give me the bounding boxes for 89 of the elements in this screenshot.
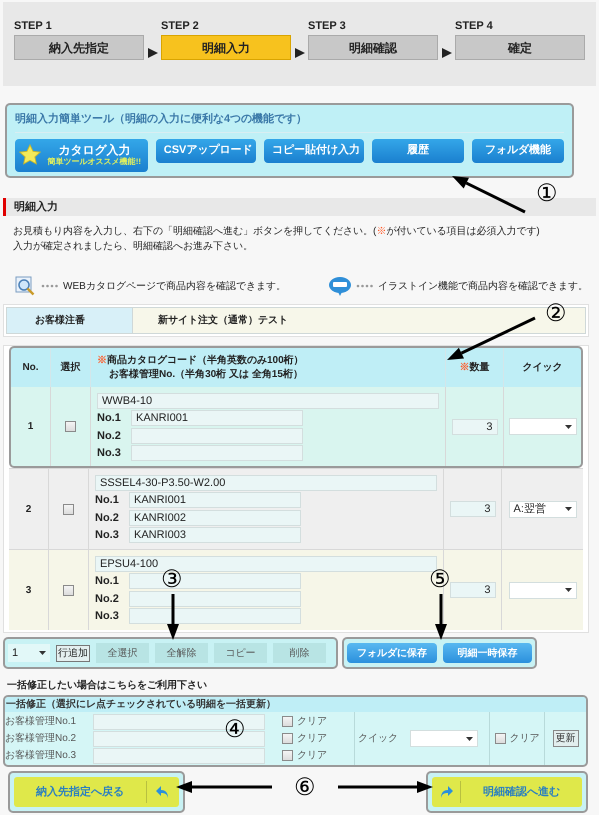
checkbox[interactable]	[282, 733, 293, 744]
ref-label: No.2	[95, 592, 120, 606]
checkbox[interactable]	[494, 733, 506, 744]
checkbox[interactable]	[65, 421, 76, 432]
row-number: 3	[26, 584, 32, 598]
dropdown-caret-icon	[466, 736, 473, 740]
ref-label: No.1	[95, 574, 120, 589]
quantity-field[interactable]: 3	[452, 418, 498, 434]
next-step-icon	[147, 48, 158, 58]
dropdown-caret-icon	[564, 588, 572, 592]
button-sublabel: 簡単ツールオススメ機能!!	[48, 157, 142, 167]
ref-number-field[interactable]	[131, 445, 303, 462]
dropdown-caret-icon	[564, 424, 572, 428]
next-step-icon	[294, 48, 305, 58]
ref-number-field[interactable]	[131, 428, 303, 444]
quick-label: クイック	[358, 732, 398, 746]
star-icon	[19, 144, 41, 166]
speech-bubble-icon	[328, 276, 352, 296]
callout-number: ⑥	[294, 774, 316, 800]
instruction-text: お見積もり内容を入力し、右下の「明細確認へ進む」ボタンを押してください。(※が付いている項目は必須入力です)	[13, 224, 541, 239]
row-action-button[interactable]: 全選択	[96, 643, 149, 663]
back-arrow-icon	[155, 784, 171, 800]
next-step-icon	[441, 48, 452, 58]
magnifier-document-icon	[15, 276, 37, 296]
checkbox[interactable]	[282, 750, 293, 761]
checkbox[interactable]	[63, 584, 74, 596]
ref-label: No.2	[95, 510, 120, 526]
pointer-arrow	[167, 594, 179, 640]
ref-label: No.3	[97, 446, 122, 461]
tools-title: 明細入力簡単ツール（明細の入力に便利な4つの機能です）	[15, 111, 564, 132]
quick-select[interactable]	[410, 730, 478, 747]
checkbox[interactable]	[63, 504, 74, 514]
quick-select[interactable]	[508, 418, 576, 435]
row-action-button[interactable]: 全解除	[155, 643, 208, 663]
dropdown-caret-icon	[564, 507, 572, 511]
catalog-code-field[interactable]: SSSEL4-30-P3.50-W2.00	[95, 475, 437, 491]
step-number: STEP 1	[14, 20, 53, 33]
step-number: STEP 4	[455, 20, 494, 33]
ref-label: No.2	[97, 428, 122, 444]
ref-number-field[interactable]: KANRI002	[129, 510, 301, 526]
ref-number-field[interactable]	[129, 590, 301, 607]
order-label: お客様注番	[7, 308, 133, 333]
callout-number: ①	[536, 180, 558, 206]
bulk-title: 一括修正（選択にレ点チェックされている明細を一括更新）	[5, 697, 586, 712]
row-action-button[interactable]: コピー	[214, 643, 267, 663]
step-number: STEP 3	[308, 20, 347, 33]
dropdown-caret-icon	[39, 651, 46, 655]
clear-label: クリア	[297, 749, 327, 763]
step-number: STEP 2	[161, 20, 200, 33]
row-number: 2	[26, 502, 32, 516]
forward-arrow-icon	[438, 784, 454, 800]
field-label: お客様管理No.2	[5, 732, 78, 746]
field-label: お客様管理No.1	[5, 714, 78, 729]
row-action-button[interactable]: 削除	[273, 643, 326, 663]
quantity-field[interactable]: 3	[450, 501, 496, 517]
legend-text: WEBカタログページで商品内容を確認できます。	[63, 280, 286, 294]
button-label: カタログ入力	[58, 143, 130, 157]
legend-text: イラストイン機能で商品内容を確認できます。	[378, 280, 588, 294]
quick-select[interactable]	[508, 582, 576, 598]
dots-icon	[356, 284, 374, 288]
clear-label: クリア	[510, 732, 540, 746]
update-button[interactable]: 更新	[552, 730, 578, 747]
callout-number: ②	[545, 300, 567, 326]
catalog-code-field[interactable]: WWB4-10	[97, 393, 439, 409]
ref-label: No.3	[95, 528, 120, 543]
ref-number-field[interactable]: KANRI003	[129, 527, 301, 544]
ref-label: No.1	[95, 493, 120, 508]
pointer-arrow	[435, 594, 447, 640]
ref-number-field[interactable]	[93, 748, 265, 764]
column-header: クイック	[522, 360, 564, 374]
clear-label: クリア	[297, 715, 327, 729]
instruction-text: 入力が確定されましたら、明細確認へお進み下さい。	[13, 240, 254, 254]
row-number: 1	[28, 420, 34, 434]
checkbox[interactable]	[282, 716, 293, 727]
ref-number-field[interactable]: KANRI001	[129, 492, 301, 508]
dots-icon	[41, 284, 59, 288]
ref-label: No.3	[95, 609, 120, 624]
field-label: お客様管理No.3	[5, 748, 78, 763]
ref-number-field[interactable]: KANRI001	[131, 410, 303, 426]
ref-label: No.1	[97, 411, 122, 426]
quantity-field[interactable]: 3	[450, 582, 496, 598]
add-row-button[interactable]: 行追加	[56, 644, 90, 662]
callout-number: ④	[224, 716, 246, 742]
bulk-intro: 一括修正したい場合はこちらをご利用下さい	[7, 678, 208, 693]
quick-select[interactable]: A:翌営	[508, 500, 576, 518]
ref-number-field[interactable]	[129, 608, 301, 624]
section-title: 明細入力	[14, 200, 58, 215]
row-count-select[interactable]: 1	[8, 644, 50, 662]
clear-label: クリア	[297, 732, 327, 746]
